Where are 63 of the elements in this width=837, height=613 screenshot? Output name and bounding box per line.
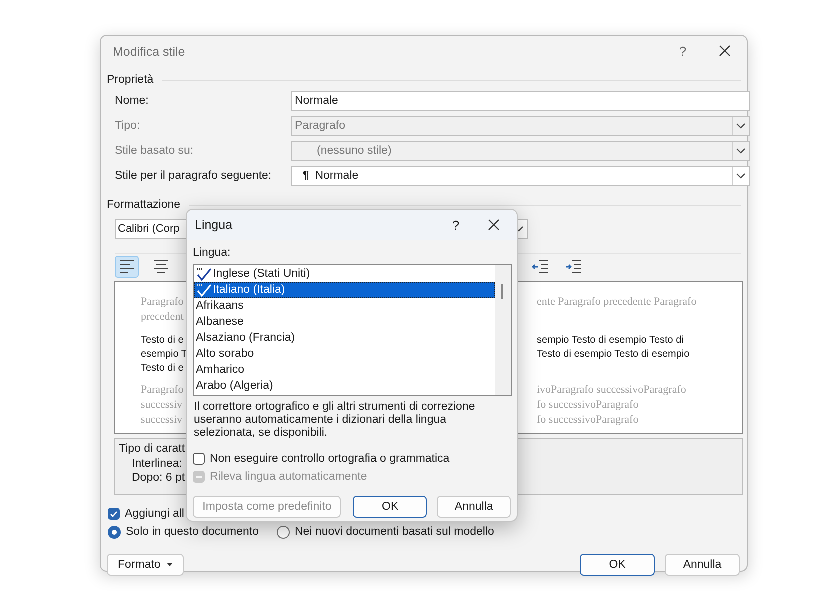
- description-text: Tipo di caratt: [119, 442, 186, 456]
- preview-text: successiv: [141, 398, 183, 413]
- section-heading: Proprietà: [107, 74, 154, 86]
- preview-text: precedent: [141, 310, 184, 325]
- language-item[interactable]: Alsaziano (Francia): [194, 330, 495, 346]
- language-item[interactable]: Afrikaans: [194, 298, 495, 314]
- checkbox-label: Rileva lingua automaticamente: [210, 471, 368, 483]
- field-value: Normale: [315, 170, 359, 182]
- close-icon[interactable]: [488, 219, 500, 231]
- radio-label: Solo in questo documento: [126, 526, 259, 538]
- preview-text: Paragrafo: [141, 295, 184, 310]
- preview-text: Paragrafo: [141, 383, 184, 398]
- caret-icon: [166, 563, 173, 567]
- info-text: Il correttore ortografico e gli altri strumenti di correzione useranno automaticamente i dizionari della lingua selezionata, se disponibili.: [193, 401, 476, 440]
- checkbox[interactable]: [108, 508, 120, 520]
- align-left-icon[interactable]: [115, 256, 139, 278]
- chevron-icon: [736, 122, 746, 128]
- radio-label: Nei nuovi documenti basati sul modello: [294, 526, 494, 538]
- preview-text: fo successivoParagrafo: [537, 413, 639, 428]
- close-icon[interactable]: [719, 45, 731, 57]
- help-button[interactable]: ?: [441, 218, 471, 232]
- field-value: (nessuno stile): [316, 144, 392, 156]
- radio-button[interactable]: [108, 526, 121, 538]
- preview-text: ente Paragrafo precedente Paragrafo: [537, 295, 697, 310]
- language-item[interactable]: Inglese (Stati Uniti): [194, 266, 495, 282]
- checkbox-label: Aggiungi all: [125, 508, 184, 520]
- language-item[interactable]: Arabo (Algeria): [194, 378, 495, 394]
- sample-text: Testo di e: [141, 334, 184, 348]
- chevron-icon: [736, 172, 746, 178]
- field-value: Normale: [295, 94, 338, 106]
- field-label: Stile basato su:: [115, 144, 195, 156]
- description-text: Interlinea:: [131, 456, 183, 471]
- sample-text: sempio Testo di esempio Testo di: [537, 334, 684, 348]
- radio-button[interactable]: [276, 526, 290, 538]
- preview-text: successiv: [141, 413, 183, 428]
- sample-text: Testo di e: [141, 362, 184, 376]
- format-button[interactable]: Formato: [107, 554, 184, 576]
- ok-button[interactable]: OK: [580, 554, 655, 576]
- dialog-title: Lingua: [195, 218, 234, 232]
- cancel-button[interactable]: Annulla: [437, 496, 511, 518]
- chevron-icon: [736, 148, 746, 154]
- field-label: Nome:: [115, 94, 150, 106]
- pilcrow-mark: ¶: [303, 170, 310, 182]
- language-item[interactable]: Alto sorabo: [194, 346, 495, 362]
- section-heading: Formattazione: [107, 199, 181, 211]
- list-label: Lingua:: [193, 247, 232, 261]
- language-item[interactable]: Amharico: [194, 362, 495, 378]
- ok-button[interactable]: OK: [353, 496, 428, 518]
- checkbox[interactable]: [193, 453, 205, 465]
- cancel-button[interactable]: Annulla: [665, 554, 740, 576]
- help-button[interactable]: ?: [663, 44, 703, 58]
- description-text: Dopo: 6 pt: [131, 471, 186, 486]
- preview-text: ivoParagrafo successivoParagrafo: [537, 383, 686, 398]
- dialog-title: Modifica stile: [113, 44, 186, 59]
- input-field[interactable]: Normale: [291, 90, 750, 110]
- language-item[interactable]: Italiano (Italia): [194, 282, 495, 298]
- language-item[interactable]: Albanese: [194, 314, 495, 330]
- checkbox-label: Non eseguire controllo ortografia o grammatica: [210, 453, 450, 465]
- field-label: Stile per il paragrafo seguente:: [115, 170, 273, 182]
- sample-text: Testo di esempio Testo di esempio: [537, 348, 690, 362]
- preview-text: fo successivoParagrafo: [537, 398, 639, 413]
- dropdown[interactable]: ¶ Normale: [291, 166, 750, 186]
- field-label: Tipo:: [115, 120, 142, 132]
